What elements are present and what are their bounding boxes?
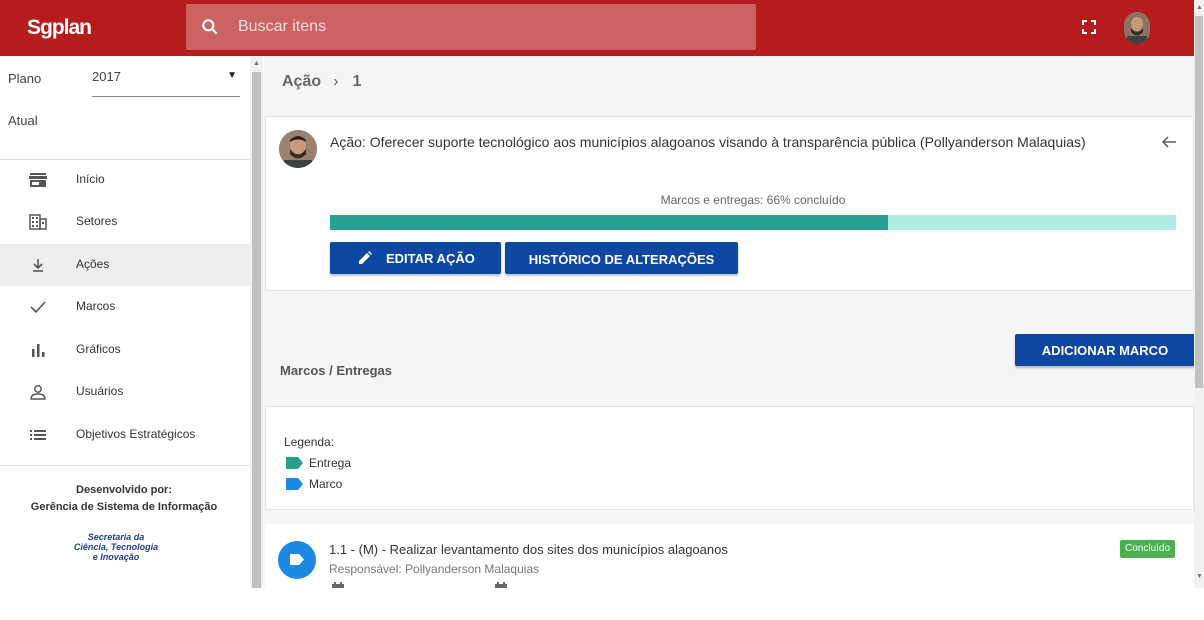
- sidebar-item-label: Usuários: [76, 384, 124, 398]
- developed-by-label: Desenvolvido por:: [76, 484, 172, 496]
- brand-logo[interactable]: Sgplan: [27, 16, 92, 40]
- legend-card: Legenda: Entrega Marco: [265, 406, 1194, 510]
- sidebar-divider: [0, 465, 250, 466]
- atual-label: Atual: [8, 113, 38, 128]
- sidebar-item-usuarios[interactable]: Usuários: [0, 371, 250, 413]
- sidebar-item-label: Setores: [76, 214, 118, 228]
- action-title: Ação: Oferecer suporte tecnológico aos m…: [330, 134, 1086, 150]
- sidebar-item-graficos[interactable]: Gráficos: [0, 329, 250, 371]
- history-button[interactable]: HISTÓRICO DE ALTERAÇÕES: [505, 242, 738, 274]
- legend-label: Marco: [309, 477, 343, 491]
- progress-bar-fill: [330, 215, 889, 230]
- milestone-title[interactable]: 1.1 - (M) - Realizar levantamento dos si…: [329, 542, 728, 557]
- plano-select[interactable]: 2017 ▼: [92, 67, 240, 97]
- section-title: Marcos / Entregas: [280, 363, 392, 378]
- sidebar-item-label: Marcos: [76, 299, 116, 313]
- user-icon: [30, 385, 46, 400]
- main-content: Ação › 1 Ação: Oferecer suporte tecnológic…: [264, 56, 1194, 588]
- milestone-item[interactable]: 1.1 - (M) - Realizar levantamento dos si…: [265, 524, 1194, 588]
- avatar-photo: [279, 130, 317, 168]
- progress-bar: [330, 215, 1176, 230]
- responsible-avatar: [279, 130, 317, 168]
- sidebar: Plano 2017 ▼ Atual Início Setores Ações …: [0, 56, 250, 588]
- edit-action-button[interactable]: EDITAR AÇÃO: [330, 242, 501, 274]
- calendar-icon: [332, 582, 344, 588]
- add-milestone-button[interactable]: ADICIONAR MARCO: [1015, 334, 1194, 366]
- breadcrumb-item[interactable]: Ação: [282, 73, 321, 90]
- fullscreen-icon[interactable]: [1080, 18, 1098, 36]
- arrow-back-icon[interactable]: [1160, 133, 1178, 151]
- app: Sgplan ▲ ▼ Plano 2017 ▼ Atual: [0, 0, 1204, 620]
- logo-line: Secretaria da: [87, 532, 145, 542]
- breadcrumb: Ação › 1: [282, 73, 361, 91]
- developer-org: Gerência de Sistema de Informação: [30, 501, 218, 513]
- building-icon: [29, 214, 47, 230]
- tag-icon: [286, 478, 303, 490]
- avatar-photo: [1124, 12, 1150, 44]
- scroll-up-arrow-icon[interactable]: ▲: [1196, 4, 1203, 11]
- button-label: ADICIONAR MARCO: [1041, 343, 1169, 358]
- top-bar: Sgplan: [0, 0, 1194, 56]
- pencil-icon: [359, 251, 372, 264]
- search-icon[interactable]: [200, 17, 220, 37]
- action-card: Ação: Oferecer suporte tecnológico aos m…: [265, 116, 1194, 291]
- store-icon: [29, 173, 47, 187]
- sidebar-item-inicio[interactable]: Início: [0, 159, 250, 201]
- page-scrollbar[interactable]: ▲ ▼: [1194, 0, 1204, 588]
- calendar-icon: [495, 582, 507, 588]
- secti-logo: Secretaria da Ciência, Tecnologia e Inov…: [60, 532, 172, 562]
- button-label: EDITAR AÇÃO: [386, 251, 475, 266]
- milestone-responsible: Responsável: Pollyanderson Malaquias: [329, 562, 540, 576]
- sidebar-item-setores[interactable]: Setores: [0, 201, 250, 243]
- list-icon: [30, 430, 46, 440]
- check-icon: [30, 301, 46, 314]
- sidebar-item-acoes[interactable]: Ações: [0, 244, 250, 286]
- search-input[interactable]: [238, 4, 738, 50]
- status-badge: Concluído: [1120, 540, 1176, 558]
- sidebar-item-label: Objetivos Estratégicos: [76, 427, 196, 441]
- chevron-right-icon: ›: [333, 73, 339, 90]
- milestone-icon: [278, 541, 316, 579]
- sidebar-item-marcos[interactable]: Marcos: [0, 286, 250, 328]
- dropdown-caret-icon[interactable]: ▼: [227, 70, 237, 81]
- logo-line: Ciência, Tecnologia: [73, 542, 159, 552]
- sidebar-scrollbar-thumb[interactable]: [252, 72, 261, 588]
- scroll-down-arrow-icon[interactable]: ▼: [1196, 573, 1203, 580]
- sidebar-item-label: Início: [76, 172, 105, 186]
- button-label: HISTÓRICO DE ALTERAÇÕES: [528, 252, 715, 267]
- sidebar-item-label: Gráficos: [76, 342, 121, 356]
- plano-label: Plano: [8, 71, 42, 86]
- sidebar-item-label: Ações: [76, 257, 110, 271]
- user-avatar[interactable]: [1124, 12, 1150, 44]
- sidebar-scrollbar[interactable]: ▲: [250, 56, 263, 588]
- progress-label: Marcos e entregas: 66% concluído: [660, 193, 846, 207]
- logo-line: e Inovação: [92, 552, 140, 562]
- breadcrumb-item: 1: [352, 73, 362, 90]
- sidebar-item-objetivos[interactable]: Objetivos Estratégicos: [0, 414, 250, 456]
- legend-title: Legenda:: [284, 435, 335, 449]
- tag-icon: [290, 554, 304, 565]
- download-arrow-icon: [33, 259, 43, 272]
- plano-select-value: 2017: [92, 69, 121, 84]
- page-scrollbar-thumb[interactable]: [1195, 16, 1203, 388]
- bar-chart-icon: [32, 344, 45, 357]
- search-box[interactable]: [186, 4, 756, 50]
- scroll-up-arrow-icon[interactable]: ▲: [253, 60, 260, 67]
- legend-label: Entrega: [309, 456, 352, 470]
- tag-icon: [286, 457, 303, 469]
